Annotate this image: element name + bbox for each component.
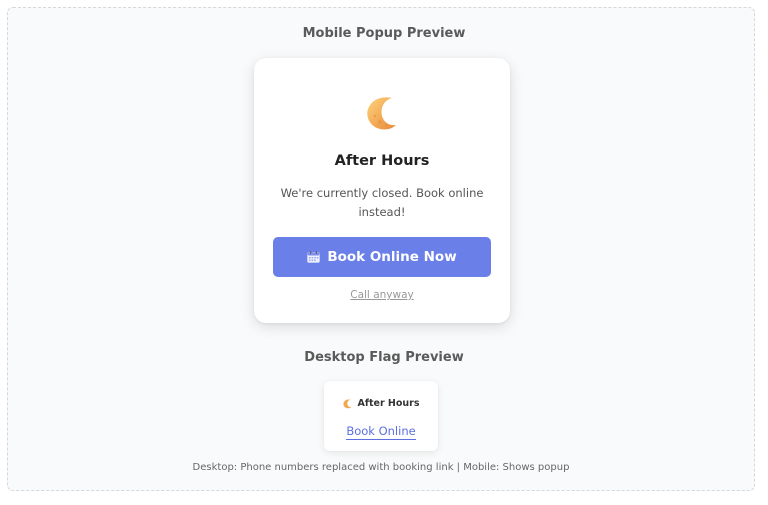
crescent-moon-icon <box>362 92 402 132</box>
mobile-preview-heading: Mobile Popup Preview <box>302 26 466 41</box>
popup-title: After Hours <box>334 153 430 169</box>
flag-status: After Hours <box>324 398 438 409</box>
desktop-preview-heading: Desktop Flag Preview <box>304 350 464 365</box>
book-online-button-label: Book Online Now <box>327 249 457 265</box>
desktop-flag: After Hours Book Online <box>324 381 438 451</box>
calendar-icon <box>307 251 321 263</box>
book-online-link[interactable]: Book Online <box>324 424 438 440</box>
preview-caption: Desktop: Phone numbers replaced with boo… <box>192 462 570 473</box>
flag-status-label: After Hours <box>357 398 420 409</box>
book-online-button[interactable]: Book Online Now <box>273 237 491 277</box>
crescent-moon-icon <box>343 399 352 409</box>
popup-message: We're currently closed. Book online inst… <box>280 186 484 219</box>
book-online-link-label: Book Online <box>346 424 416 440</box>
call-anyway-link[interactable]: Call anyway <box>254 289 510 301</box>
mobile-popup: After Hours We're currently closed. Book… <box>254 58 510 323</box>
